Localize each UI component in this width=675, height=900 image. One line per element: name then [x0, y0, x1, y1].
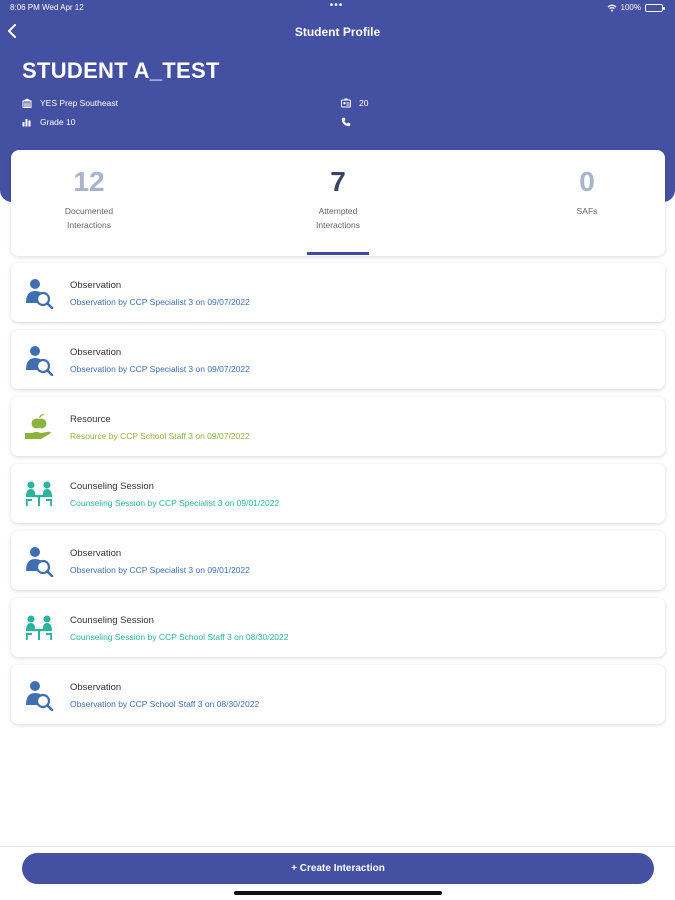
phone-info — [341, 117, 359, 127]
phone-icon — [341, 117, 351, 127]
school-building-icon — [22, 98, 32, 108]
create-interaction-button[interactable]: + Create Interaction — [22, 853, 654, 884]
interaction-type: Observation — [70, 548, 122, 559]
home-indicator[interactable] — [234, 891, 442, 895]
grade-info: Grade 10 — [22, 117, 75, 127]
interaction-type: Counseling Session — [70, 615, 154, 626]
stat-safs[interactable]: 0 SAFs — [507, 168, 667, 218]
interaction-item[interactable]: Observation Observation by CCP Specialist… — [11, 531, 665, 590]
id-info: 20 — [341, 98, 368, 108]
interaction-item[interactable]: Observation Observation by CCP Specialist… — [11, 263, 665, 322]
counseling-icon — [23, 612, 55, 644]
observation-icon — [23, 545, 55, 578]
interaction-item[interactable]: Observation Observation by CCP Specialist… — [11, 330, 665, 389]
status-right: 100% — [607, 3, 665, 12]
stat-value: 0 — [579, 166, 595, 197]
interaction-detail: Counseling Session by CCP School Staff 3… — [70, 632, 289, 642]
interaction-type: Observation — [70, 682, 122, 693]
interaction-item[interactable]: Counseling Session Counseling Session by … — [11, 464, 665, 523]
interaction-type: Counseling Session — [70, 481, 154, 492]
status-bar: 8:06 PM Wed Apr 12 ••• 100% — [10, 0, 665, 15]
active-tab-indicator — [307, 252, 369, 255]
interaction-detail: Resource by CCP School Staff 3 on 09/07/… — [70, 431, 250, 441]
interaction-type: Observation — [70, 280, 122, 291]
observation-icon — [23, 679, 55, 712]
id-card-icon — [341, 98, 351, 108]
stat-value: 12 — [73, 166, 105, 197]
interaction-detail: Observation by CCP Specialist 3 on 09/07… — [70, 364, 250, 374]
battery-icon — [645, 3, 665, 12]
interaction-type: Resource — [70, 414, 111, 425]
stat-documented-interactions[interactable]: 12 Documented Interactions — [9, 168, 169, 232]
student-name: STUDENT A_TEST — [22, 58, 220, 83]
interaction-list: Observation Observation by CCP Specialist… — [11, 263, 665, 732]
interaction-item[interactable]: Resource Resource by CCP School Staff 3 o… — [11, 397, 665, 456]
stats-card: 12 Documented Interactions 7 Attempted I… — [11, 150, 665, 256]
wifi-icon — [607, 4, 616, 12]
stat-label: SAFs — [576, 206, 598, 216]
stat-value: 7 — [330, 166, 346, 197]
interaction-type: Observation — [70, 347, 122, 358]
observation-icon — [23, 277, 55, 310]
school-info: YES Prep Southeast — [22, 98, 118, 108]
observation-icon — [23, 344, 55, 377]
stat-label: Attempted Interactions — [316, 206, 360, 230]
page-title: Student Profile — [294, 25, 381, 39]
counseling-icon — [23, 478, 55, 510]
stat-attempted-interactions[interactable]: 7 Attempted Interactions — [258, 168, 418, 232]
school-name: YES Prep Southeast — [40, 98, 118, 108]
interaction-detail: Observation by CCP Specialist 3 on 09/01… — [70, 565, 250, 575]
grade-chart-icon — [22, 119, 31, 127]
bottom-divider — [0, 846, 675, 847]
battery-percent: 100% — [620, 3, 641, 12]
interaction-detail: Observation by CCP School Staff 3 on 08/… — [70, 699, 260, 709]
resource-icon — [23, 411, 55, 443]
interaction-detail: Counseling Session by CCP Specialist 3 o… — [70, 498, 280, 508]
status-time: 8:06 PM Wed Apr 12 — [10, 3, 84, 12]
grade-label: Grade 10 — [40, 117, 76, 127]
multitask-dots[interactable]: ••• — [330, 0, 344, 11]
interaction-item[interactable]: Observation Observation by CCP School Sta… — [11, 665, 665, 724]
id-value: 20 — [359, 98, 369, 108]
interaction-item[interactable]: Counseling Session Counseling Session by … — [11, 598, 665, 657]
interaction-detail: Observation by CCP Specialist 3 on 09/07… — [70, 297, 250, 307]
stat-label: Documented Interactions — [64, 206, 114, 230]
